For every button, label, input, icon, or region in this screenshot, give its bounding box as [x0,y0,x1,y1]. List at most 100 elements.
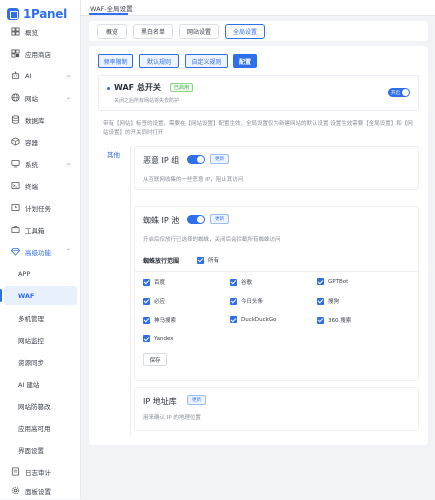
checkbox-label: DuckDuckGo [241,316,277,323]
sidebar-item-database[interactable]: 数据库 [4,110,77,129]
subtab-custom-rules[interactable]: 自定义规则 [185,54,228,68]
sidebar-item-label: APP [18,269,31,278]
checkbox-toutiao[interactable]: 今日头条 [230,297,263,305]
spider-ip-desc: 开启后仅放行已选择的蜘蛛，关闭后会拦截所有蜘蛛访问 [143,237,281,243]
sidebar-item-ha[interactable]: 应用高可用 [4,418,77,437]
subtab-default-rules[interactable]: 默认规则 [139,54,179,68]
checkbox-shenma[interactable]: 神马搜索 [143,316,176,324]
sidebar-item-tamper-protect[interactable]: 网站防篡改 [4,396,77,415]
sidebar-item-label: 多机管理 [18,314,44,323]
checkbox-checked-icon [143,278,150,286]
store-icon [10,49,20,59]
sidebar-item-label: 界面设置 [18,446,44,455]
malicious-ip-title: 恶意 IP 组 [143,156,180,165]
tab-overview[interactable]: 概览 [97,24,127,39]
checkbox-label: GPTBot [328,278,349,285]
checkbox-checked-icon [143,316,150,324]
tab-site-settings[interactable]: 网站设置 [179,24,219,39]
checkbox-sogou[interactable]: 搜狗 [317,297,339,305]
checkbox-gptbot[interactable]: GPTBot [317,278,348,285]
sidebar-item-audit-log[interactable]: 日志审计 [4,462,77,481]
database-icon [10,115,20,125]
sidebar-item-advanced[interactable]: 高级功能 ⌃ [4,242,77,261]
spider-ip-toggle[interactable] [187,215,205,224]
subtab-config[interactable]: 配置 [233,54,257,68]
globe-icon [10,93,20,103]
status-badge: 已启用 [170,83,194,92]
checkbox-all[interactable]: 所有 [197,256,219,264]
checkbox-label: 360 搜索 [328,318,352,324]
waf-master-desc: 关闭之后所有网站将失去防护 [114,98,180,104]
sidebar-item-ai[interactable]: AI ⌄ [4,66,77,85]
malicious-ip-toggle[interactable] [187,155,205,164]
subtab-rate-limit[interactable]: 频率限制 [98,54,133,68]
settings-icon [10,486,20,496]
section-spider-ip: 蜘蛛 IP 池 更新 开启后仅放行已选择的蜘蛛，关闭后会拦截所有蜘蛛访问 蜘蛛放… [134,206,420,381]
sidebar-item-overview[interactable]: 概览 [4,22,77,41]
checkbox-google[interactable]: 谷歌 [230,278,252,286]
save-button[interactable]: 保存 [143,353,167,366]
section-malicious-ip: 恶意 IP 组 更新 从互联网收集的一些恶意 IP，阻止其访问 [134,146,419,190]
sidebar-item-resource-sync[interactable]: 资源同步 [4,352,77,371]
main-tabs: 概览 黑白名单 网站设置 全局设置 [89,21,428,41]
checkbox-checked-icon [143,297,150,305]
spider-ip-update-button[interactable]: 更新 [210,214,229,224]
checkbox-bing[interactable]: 必应 [143,297,165,305]
sidebar-item-cron[interactable]: 计划任务 [4,198,77,217]
sidebar-item-label: 高级功能 [25,248,51,257]
checkbox-label: 谷歌 [241,280,253,286]
spider-ip-title: 蜘蛛 IP 池 [143,216,180,225]
sidebar-item-label: 应用商店 [25,50,51,59]
ip-library-desc: 用来确认 IP 的地理位置 [143,415,201,421]
sidebar-item-waf[interactable]: WAF [0,286,77,305]
malicious-ip-desc: 从互联网收集的一些恶意 IP，阻止其访问 [143,177,244,183]
sidebar-item-label: 容器 [25,138,38,147]
section-ip-library: IP 地址库 更新 用来确认 IP 的地理位置 [134,387,419,431]
malicious-ip-update-button[interactable]: 更新 [210,154,229,164]
waf-master-switch-panel: WAF 总开关 已启用 关闭之后所有网站将失去防护 开启 [98,75,419,111]
checkbox-360[interactable]: 360 搜索 [317,316,351,324]
breadcrumb[interactable]: WAF-全局设置 [90,3,133,13]
sidebar-item-label: 终端 [25,182,38,191]
chevron-down-icon: ⌄ [65,94,71,101]
chevron-down-icon: ⌄ [65,160,71,167]
settings-card: 频率限制 默认规则 自定义规则 配置 WAF 总开关 已启用 关闭之后所有网站将… [89,46,428,445]
sidebar-item-ai-builder[interactable]: AI 建站 [4,374,77,393]
sidebar-item-app[interactable]: APP [4,264,77,283]
sidebar-item-multi-host[interactable]: 多机管理 [4,308,77,327]
checkbox-duckduckgo[interactable]: DuckDuckGo [230,316,277,323]
checkbox-label: 百度 [154,280,166,286]
spider-range-label: 蜘蛛放行范围 [143,258,180,265]
sidebar-item-ui-settings[interactable]: 界面设置 [4,440,77,459]
tab-global-settings[interactable]: 全局设置 [225,24,265,39]
waf-master-toggle[interactable]: 开启 [388,88,410,97]
checkbox-label: 必应 [154,299,166,305]
checkbox-yandex[interactable]: Yandex [143,335,174,342]
sidebar-item-panel-settings[interactable]: 面板设置 [4,481,77,500]
checkbox-checked-icon [317,316,324,324]
side-nav-other[interactable]: 其他 [107,149,120,159]
sidebar-item-label: 网站监控 [18,336,44,345]
ip-library-title: IP 地址库 [143,397,177,406]
sidebar-item-site-monitor[interactable]: 网站监控 [4,330,77,349]
sidebar-item-system[interactable]: 系统 ⌄ [4,154,77,173]
sidebar-item-label: 应用高可用 [18,424,51,433]
chevron-down-icon: ⌄ [65,72,71,79]
checkbox-baidu[interactable]: 百度 [143,278,165,286]
sidebar-item-toolbox[interactable]: 工具箱 [4,220,77,239]
ip-library-update-button[interactable]: 更新 [187,395,206,405]
checkbox-label: Yandex [154,335,174,342]
sidebar-item-container[interactable]: 容器 [4,132,77,151]
checkbox-label: 搜狗 [328,299,340,305]
checkbox-checked-icon [230,316,237,323]
divider [135,271,420,272]
checkbox-checked-icon [143,335,150,342]
diamond-icon [10,247,20,257]
bullet-dot [107,87,110,90]
container-icon [10,137,20,147]
sidebar-item-label: AI [25,71,32,80]
sidebar-item-terminal[interactable]: 终端 [4,176,77,195]
sidebar-item-app-store[interactable]: 应用商店 [4,44,77,63]
tab-black-white-list[interactable]: 黑白名单 [133,24,173,39]
sidebar-item-website[interactable]: 网站 ⌄ [4,88,77,107]
